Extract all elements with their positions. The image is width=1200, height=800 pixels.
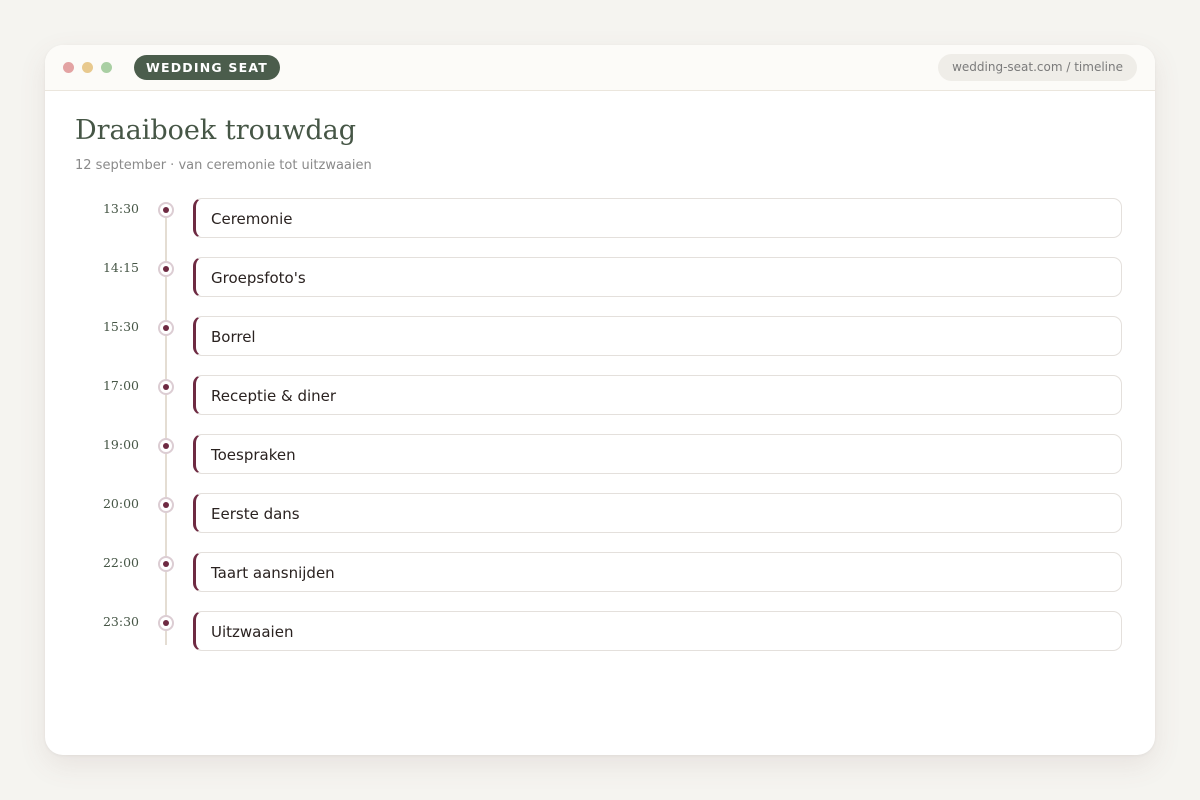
event-time: 23:30 — [102, 614, 139, 629]
title-bar: WEDDING SEAT wedding-seat.com / timeline — [45, 45, 1155, 91]
minimize-window-button[interactable] — [82, 62, 93, 73]
timeline-dot-icon — [158, 497, 174, 513]
app-window: WEDDING SEAT wedding-seat.com / timeline… — [45, 45, 1155, 755]
event-card[interactable]: Taart aansnijden — [193, 552, 1122, 592]
event-card[interactable]: Ceremonie — [193, 198, 1122, 238]
event-title: Groepsfoto's — [211, 269, 306, 287]
timeline-dot-icon — [158, 261, 174, 277]
event-card[interactable]: Groepsfoto's — [193, 257, 1122, 297]
event-time: 22:00 — [102, 555, 139, 570]
timeline-event: 19:00 Toespraken — [45, 431, 1155, 475]
timeline-dot-icon — [158, 615, 174, 631]
url-bar[interactable]: wedding-seat.com / timeline — [938, 54, 1137, 81]
timeline-event: 17:00 Receptie & diner — [45, 372, 1155, 416]
event-title: Borrel — [211, 328, 256, 346]
event-title: Receptie & diner — [211, 387, 337, 405]
event-time: 20:00 — [102, 496, 139, 511]
page-subtitle: 12 september · van ceremonie tot uitzwaa… — [75, 158, 372, 173]
timeline-dot-icon — [158, 379, 174, 395]
event-time: 14:15 — [102, 260, 139, 275]
event-title: Eerste dans — [211, 505, 300, 523]
event-title: Taart aansnijden — [211, 564, 335, 582]
event-time: 19:00 — [102, 437, 139, 452]
timeline-dot-icon — [158, 556, 174, 572]
timeline-dot-icon — [158, 320, 174, 336]
timeline-dot-icon — [158, 438, 174, 454]
timeline-event: 23:30 Uitzwaaien — [45, 608, 1155, 652]
timeline-dot-icon — [158, 202, 174, 218]
event-card[interactable]: Eerste dans — [193, 493, 1122, 533]
timeline-event: 15:30 Borrel — [45, 313, 1155, 357]
timeline-event: 13:30 Ceremonie — [45, 195, 1155, 239]
close-window-button[interactable] — [63, 62, 74, 73]
event-title: Ceremonie — [211, 210, 293, 228]
timeline-event: 22:00 Taart aansnijden — [45, 549, 1155, 593]
event-title: Toespraken — [211, 446, 296, 464]
event-time: 13:30 — [102, 201, 139, 216]
event-title: Uitzwaaien — [211, 623, 294, 641]
event-time: 15:30 — [102, 319, 139, 334]
event-card[interactable]: Toespraken — [193, 434, 1122, 474]
page-title: Draaiboek trouwdag — [75, 115, 357, 146]
timeline-event: 14:15 Groepsfoto's — [45, 254, 1155, 298]
timeline-event: 20:00 Eerste dans — [45, 490, 1155, 534]
brand-badge: WEDDING SEAT — [134, 55, 280, 80]
event-card[interactable]: Receptie & diner — [193, 375, 1122, 415]
event-card[interactable]: Uitzwaaien — [193, 611, 1122, 651]
event-card[interactable]: Borrel — [193, 316, 1122, 356]
event-time: 17:00 — [102, 378, 139, 393]
maximize-window-button[interactable] — [101, 62, 112, 73]
